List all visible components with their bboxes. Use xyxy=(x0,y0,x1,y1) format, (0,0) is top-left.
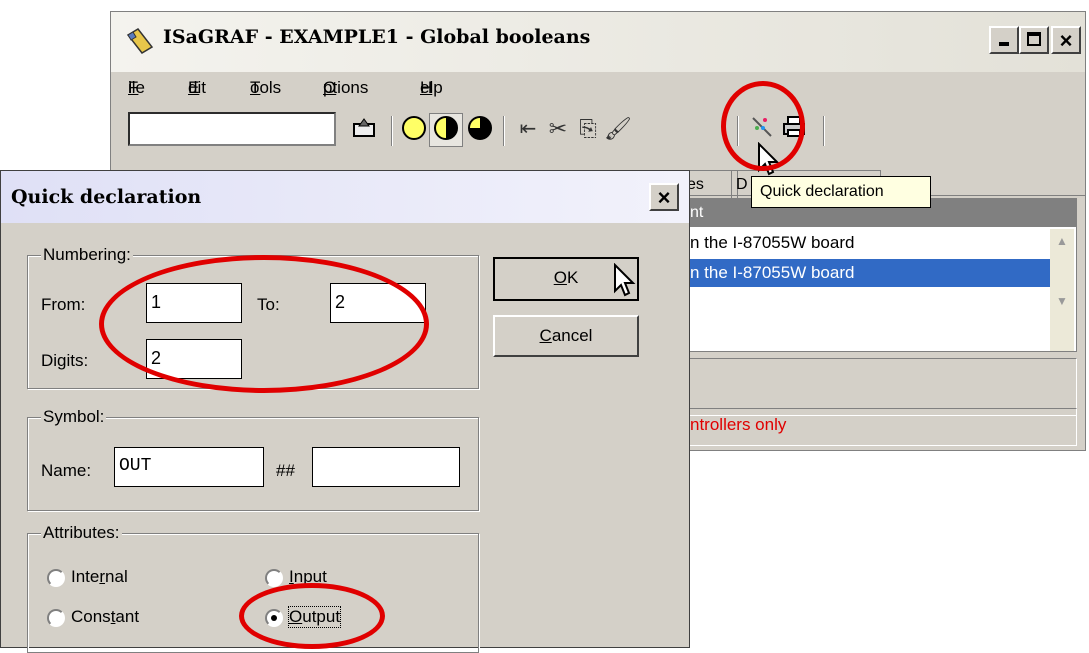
radio-button[interactable] xyxy=(265,569,283,587)
list-scrollbar[interactable]: ▲ ▼ xyxy=(1050,229,1074,351)
menu-bar: File Edit Tools Options Help xyxy=(128,78,443,97)
from-label: From: xyxy=(41,295,86,314)
indent-icon[interactable]: ⇤ xyxy=(513,114,543,144)
name-label: Name: xyxy=(41,461,92,480)
minimize-icon xyxy=(999,42,1009,46)
radio-button[interactable] xyxy=(47,569,65,587)
toolbar: ⇤ ✂ ⎘ 🖌 xyxy=(111,109,1085,153)
mouse-cursor-icon xyxy=(613,262,637,304)
brush-icon[interactable]: 🖌 xyxy=(603,114,633,144)
annotation-circle xyxy=(99,255,429,393)
main-window-title: ISaGRAF - EXAMPLE1 - Global booleans xyxy=(163,26,591,48)
close-icon: × xyxy=(657,185,671,210)
symbol-label: Symbol: xyxy=(41,407,107,427)
scroll-down-icon[interactable]: ▼ xyxy=(1050,289,1074,313)
name-field[interactable]: OUT xyxy=(114,447,264,487)
minimize-button[interactable] xyxy=(989,26,1019,54)
toolbar-search-input[interactable] xyxy=(128,112,336,146)
suffix-field[interactable] xyxy=(312,447,460,487)
quick-declaration-dialog: Quick declaration × Numbering: From: 1 T… xyxy=(0,170,690,653)
tab-label: D xyxy=(736,176,748,193)
maximize-button[interactable] xyxy=(1019,26,1049,54)
open-icon[interactable] xyxy=(349,114,379,144)
radio-label: Internal xyxy=(71,567,128,586)
scroll-up-icon[interactable]: ▲ xyxy=(1050,229,1074,253)
dialog-close-button[interactable]: × xyxy=(649,183,679,211)
close-icon: × xyxy=(1059,28,1073,53)
radio-button[interactable] xyxy=(47,609,65,627)
window-icon xyxy=(125,26,155,56)
circle-yellow-icon[interactable] xyxy=(399,114,429,144)
dialog-title: Quick declaration xyxy=(11,186,202,208)
cut-icon[interactable]: ✂ xyxy=(543,114,573,144)
numbering-label: Numbering: xyxy=(41,245,133,265)
cancel-button[interactable]: Cancel xyxy=(493,315,639,357)
dialog-title-bar[interactable]: Quick declaration × xyxy=(1,171,689,223)
cancel-label: Cancel xyxy=(539,326,593,345)
digits-label: Digits: xyxy=(41,351,89,370)
circle-half-icon[interactable] xyxy=(429,113,463,147)
radio-label: Constant xyxy=(71,607,140,626)
toolbar-separator xyxy=(823,116,825,146)
attributes-label: Attributes: xyxy=(41,523,122,543)
close-button[interactable]: × xyxy=(1051,26,1081,54)
hash-label: ## xyxy=(276,461,295,480)
toolbar-separator xyxy=(391,116,393,146)
annotation-circle xyxy=(239,583,385,649)
maximize-icon xyxy=(1027,32,1041,46)
ok-label: OK xyxy=(553,268,579,287)
main-title-bar[interactable]: ISaGRAF - EXAMPLE1 - Global booleans × xyxy=(111,12,1085,72)
toolbar-separator xyxy=(503,116,505,146)
copy-icon[interactable]: ⎘ xyxy=(573,114,603,144)
circle-pie-icon[interactable] xyxy=(465,114,495,144)
status-note: ntrollers only xyxy=(690,415,787,434)
annotation-circle xyxy=(721,81,805,171)
